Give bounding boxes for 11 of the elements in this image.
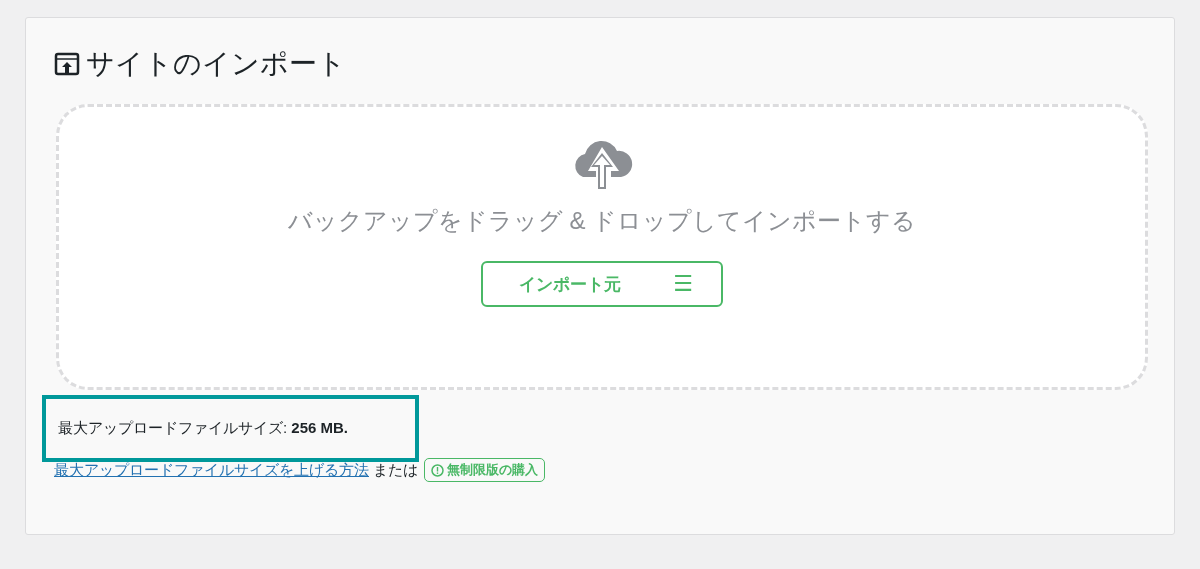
drop-message: バックアップをドラッグ & ドロップしてインポートする	[287, 206, 917, 236]
alert-icon	[431, 463, 444, 477]
separator-text: または	[373, 460, 418, 480]
help-link[interactable]: 最大アップロードファイルサイズを上げる方法	[54, 460, 369, 480]
menu-icon: ☰	[673, 271, 693, 297]
max-upload-size: 最大アップロードファイルサイズ: 256 MB.	[58, 419, 349, 438]
panel-title: サイトのインポート	[86, 47, 346, 81]
upgrade-badge[interactable]: 無制限版の購入	[424, 458, 545, 482]
import-icon	[54, 51, 80, 77]
dropzone[interactable]: バックアップをドラッグ & ドロップしてインポートする インポート元 ☰	[56, 104, 1148, 390]
import-from-button[interactable]: インポート元 ☰	[481, 261, 723, 307]
